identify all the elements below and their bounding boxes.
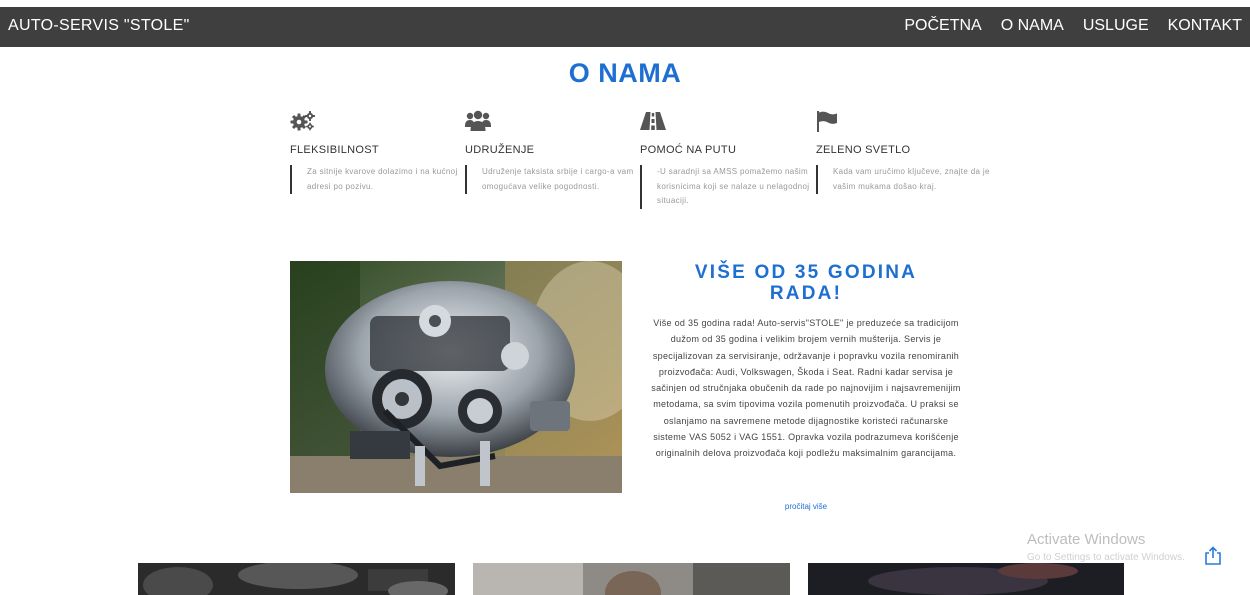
feature-title: ZELENO SVETLO — [816, 144, 911, 156]
feature-udruzenje: UDRUŽENJE Udruženje taksista srbije i ca… — [465, 110, 640, 194]
watermark-line2: Go to Settings to activate Windows. — [1027, 552, 1185, 563]
main-nav: POČETNA O NAMA USLUGE KONTAKT — [904, 17, 1242, 35]
site-brand[interactable]: AUTO-SERVIS "STOLE" — [8, 17, 190, 35]
story-title: VIŠE OD 35 GODINA RADA! — [694, 262, 918, 304]
nav-link-kontakt[interactable]: KONTAKT — [1168, 17, 1242, 35]
feature-text: Udruženje taksista srbije i cargo-a vam … — [465, 165, 640, 194]
windows-activation-watermark: Activate Windows Go to Settings to activ… — [1027, 531, 1185, 563]
engine-photo — [290, 261, 622, 493]
watermark-line1: Activate Windows — [1027, 531, 1146, 548]
feature-title: FLEKSIBILNOST — [290, 144, 379, 156]
users-icon — [465, 110, 640, 132]
road-icon — [640, 110, 815, 132]
read-more-link[interactable]: pročitaj više — [650, 502, 962, 511]
flag-icon — [816, 110, 991, 132]
feature-title: POMOĆ NA PUTU — [640, 144, 737, 156]
feature-text: -U saradnji sa AMSS pomažemo našim koris… — [640, 165, 815, 209]
feature-text: Kada vam uručimo ključeve, znajte da je … — [816, 165, 991, 194]
share-icon[interactable] — [1204, 546, 1222, 571]
page-title: O NAMA — [568, 58, 682, 88]
gears-icon — [290, 110, 465, 132]
feature-text: Za sitnije kvarove dolazimo i na kućnoj … — [290, 165, 465, 194]
feature-pomoc-na-putu: POMOĆ NA PUTU -U saradnji sa AMSS pomaže… — [640, 110, 815, 209]
nav-link-pocetna[interactable]: POČETNA — [904, 17, 981, 35]
gallery-card-image[interactable] — [808, 563, 1124, 595]
story-body: Više od 35 godina rada! Auto-servis"STOL… — [651, 318, 961, 459]
nav-link-usluge[interactable]: USLUGE — [1083, 17, 1149, 35]
gallery-card-image[interactable] — [473, 563, 790, 595]
feature-fleksibilnost: FLEKSIBILNOST Za sitnije kvarove dolazim… — [290, 110, 465, 194]
feature-zeleno-svetlo: ZELENO SVETLO Kada vam uručimo ključeve,… — [816, 110, 991, 194]
top-navbar: AUTO-SERVIS "STOLE" POČETNA O NAMA USLUG… — [0, 7, 1250, 47]
gallery-card-image[interactable] — [138, 563, 455, 595]
feature-title: UDRUŽENJE — [465, 144, 535, 156]
nav-link-o-nama[interactable]: O NAMA — [1001, 17, 1064, 35]
